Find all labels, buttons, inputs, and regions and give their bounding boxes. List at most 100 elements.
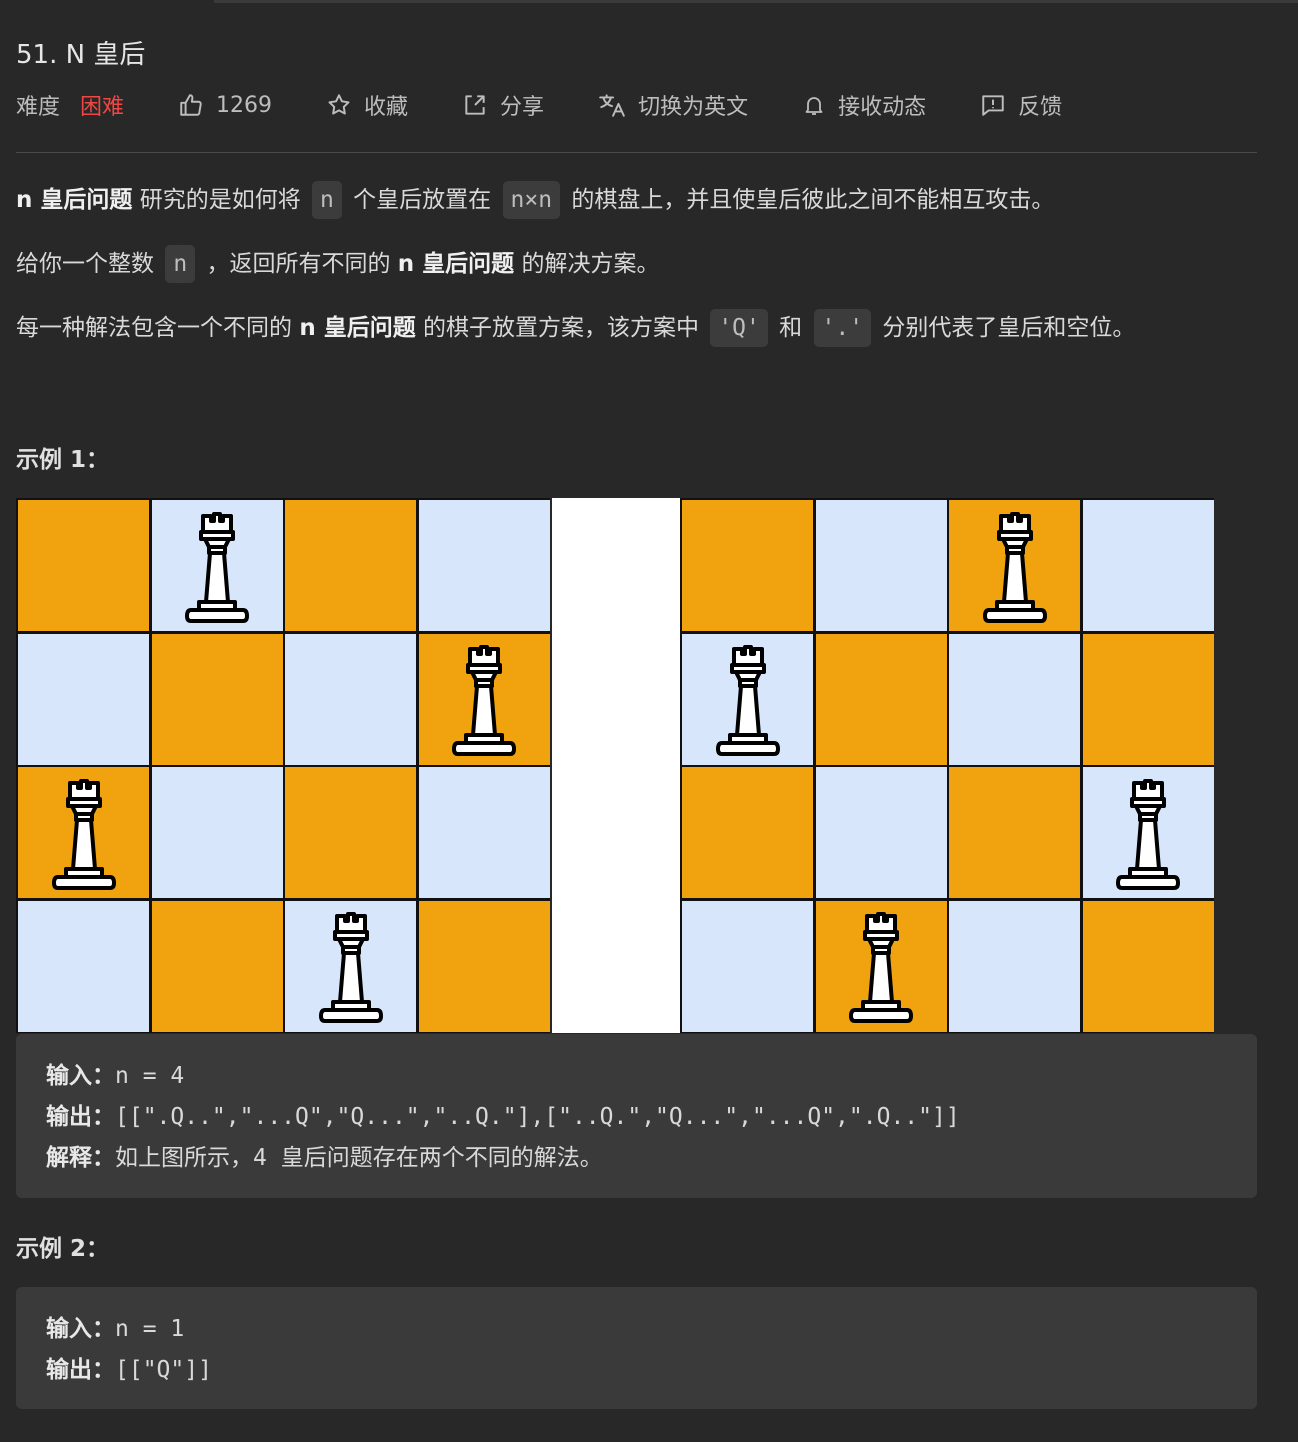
text: 每一种解法包含一个不同的 [16, 315, 300, 341]
board-square [151, 900, 283, 1032]
example-2-input: 输入：n = 1 [46, 1309, 184, 1343]
board-square [682, 767, 813, 898]
board-square [18, 767, 149, 898]
input-label: 输入： [46, 1063, 115, 1089]
board-square [815, 633, 947, 765]
example-1-code-block: 输入：n = 4 输出：[[".Q..","...Q","Q...","..Q.… [16, 1034, 1257, 1198]
board-square [1082, 767, 1214, 898]
star-icon [328, 94, 350, 115]
board-square [18, 900, 149, 1032]
output-value: [["Q"]] [115, 1357, 212, 1383]
description-paragraph-1: n 皇后问题 研究的是如何将 n 个皇后放置在 n×n 的棋盘上，并且使皇后彼此… [16, 180, 1054, 220]
board-square [418, 633, 550, 765]
translate-label: 切换为英文 [638, 95, 749, 120]
share-icon [465, 95, 485, 115]
queen-icon [48, 773, 120, 893]
favorite-label: 收藏 [364, 95, 409, 120]
chess-board-solution-2 [680, 498, 1214, 1033]
translate-button[interactable]: 切换为英文 [598, 89, 748, 121]
inline-code: 'Q' [710, 309, 768, 347]
like-count: 1269 [216, 92, 273, 118]
text: 的棋子放置方案，该方案中 [415, 315, 707, 341]
explanation-value: 如上图所示，4 皇后问题存在两个不同的解法。 [115, 1145, 603, 1171]
queen-icon [845, 906, 917, 1026]
board-square [682, 900, 813, 1032]
top-border [214, 0, 1298, 3]
inline-code: '.' [813, 309, 872, 347]
board-square [1082, 633, 1214, 765]
example-1-explanation: 解释：如上图所示，4 皇后问题存在两个不同的解法。 [46, 1138, 603, 1172]
translate-icon [599, 94, 625, 117]
board-square [949, 500, 1080, 631]
board-square [682, 633, 813, 765]
board-square [151, 633, 283, 765]
board-square [815, 900, 947, 1032]
feedback-button[interactable]: 反馈 [980, 89, 1062, 121]
text: 分别代表了皇后和空位。 [875, 315, 1136, 341]
problem-title: 51. N 皇后 [16, 40, 146, 70]
example-2-output: 输出：[["Q"]] [46, 1350, 212, 1384]
text: 的解决方案。 [514, 251, 660, 277]
difficulty-value: 困难 [80, 95, 125, 120]
bell-icon [805, 97, 823, 115]
board-square [949, 900, 1080, 1032]
text: 个皇后放置在 [345, 187, 499, 213]
board-square [18, 633, 149, 765]
problem-meta-bar: 难度 困难 1269 收藏 分享 切换为英文 接收动态 反馈 [16, 88, 1116, 122]
queen-icon [712, 639, 784, 759]
inline-code: n [312, 181, 342, 219]
example-1-output: 输出：[[".Q..","...Q","Q...","..Q."],["..Q.… [46, 1097, 960, 1131]
like-button[interactable]: 1269 [178, 92, 272, 118]
board-square [949, 633, 1080, 765]
thumbs-up-icon [180, 94, 202, 116]
example-1-image [16, 498, 1214, 1033]
board-square [1082, 500, 1214, 631]
board-square [151, 767, 283, 898]
queen-icon [1112, 773, 1184, 893]
bold-term: n 皇后问题 [16, 187, 133, 213]
output-label: 输出： [46, 1357, 115, 1383]
text: 给你一个整数 [16, 251, 162, 277]
feedback-label: 反馈 [1018, 95, 1063, 120]
bold-term: n 皇后问题 [299, 315, 416, 341]
notify-label: 接收动态 [838, 95, 927, 120]
board-square [949, 767, 1080, 898]
example-1-heading: 示例 1： [16, 447, 110, 473]
inline-code: n [165, 245, 196, 283]
share-button[interactable]: 分享 [462, 89, 544, 121]
feedback-icon [982, 95, 1004, 116]
board-square [18, 500, 149, 631]
output-label: 输出： [46, 1104, 115, 1130]
input-label: 输入： [46, 1316, 115, 1342]
text: ，返回所有不同的 [199, 251, 398, 277]
input-value: n = 4 [115, 1063, 185, 1089]
bold-term: n 皇后问题 [397, 251, 515, 277]
example-2-heading: 示例 2： [16, 1236, 110, 1262]
queen-icon [181, 506, 253, 626]
difficulty-label: 难度 [16, 95, 61, 120]
share-label: 分享 [500, 95, 545, 120]
notify-button[interactable]: 接收动态 [802, 89, 926, 121]
text: 和 [771, 315, 810, 341]
board-square [815, 767, 947, 898]
board-square [285, 767, 416, 898]
queen-icon [315, 906, 387, 1026]
board-square [1082, 900, 1214, 1032]
board-square [418, 900, 550, 1032]
board-square [285, 633, 416, 765]
difficulty: 难度 困难 [16, 89, 124, 121]
text: 研究的是如何将 [132, 187, 309, 213]
queen-icon [448, 639, 520, 759]
board-square [418, 767, 550, 898]
divider [16, 152, 1257, 153]
board-separator [552, 498, 680, 1033]
chess-board-solution-1 [16, 498, 550, 1033]
board-square [815, 500, 947, 631]
board-square [418, 500, 550, 631]
explanation-label: 解释： [46, 1145, 115, 1171]
board-square [285, 500, 416, 631]
board-square [151, 500, 283, 631]
queen-icon [979, 506, 1051, 626]
example-1-input: 输入：n = 4 [46, 1056, 184, 1090]
favorite-button[interactable]: 收藏 [326, 89, 408, 121]
